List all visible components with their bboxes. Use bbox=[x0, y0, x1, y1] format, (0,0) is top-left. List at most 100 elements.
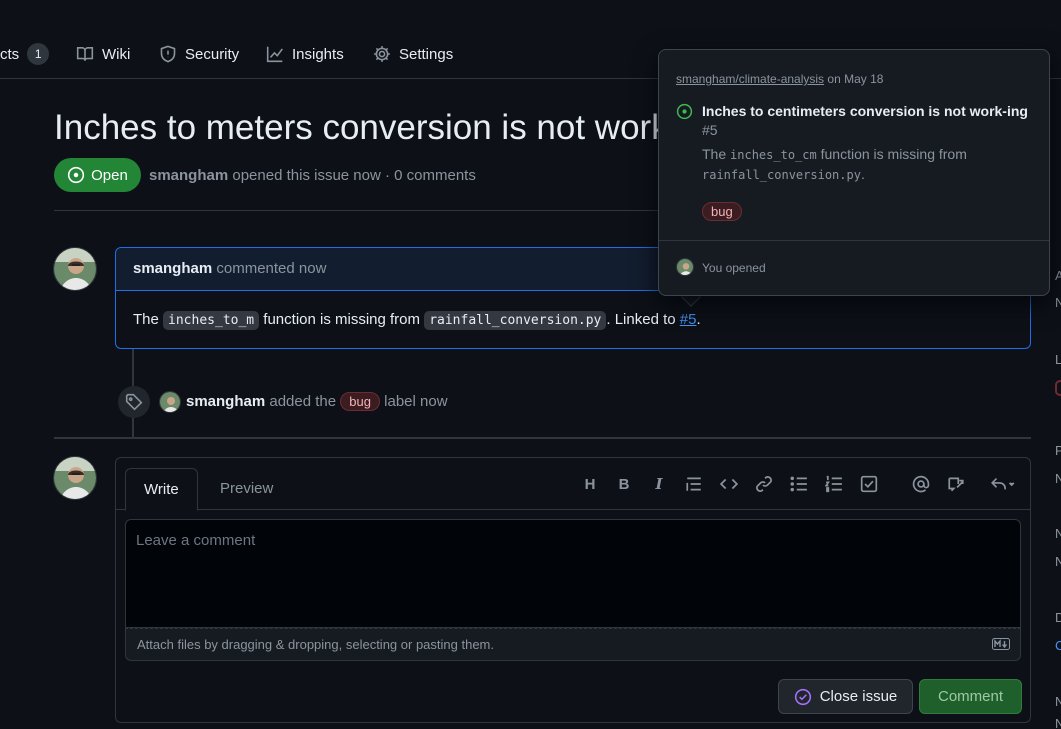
comment-composer: Write Preview H B I Leave a comment Atta… bbox=[115, 457, 1031, 723]
hovercard-number: #5 bbox=[702, 122, 718, 138]
inline-code: rainfall_conversion.py bbox=[424, 311, 607, 330]
hovercard-desc-text: function is missing from bbox=[820, 146, 967, 162]
issue-open-icon bbox=[68, 166, 85, 184]
comment-author[interactable]: smangham bbox=[133, 260, 212, 277]
code-icon bbox=[720, 478, 738, 490]
comment-text: . bbox=[696, 311, 701, 328]
avatar-image bbox=[677, 259, 693, 275]
tab-preview[interactable]: Preview bbox=[202, 468, 291, 511]
issue-state-badge: Open bbox=[54, 158, 141, 192]
sidebar-fragment: C bbox=[1055, 638, 1061, 653]
numbered-list-button[interactable] bbox=[824, 474, 844, 494]
reply-icon bbox=[991, 478, 1015, 490]
hovercard-title-text: Inches to centimeters conversion is not … bbox=[702, 103, 1028, 119]
italic-button[interactable]: I bbox=[649, 474, 669, 494]
tag-icon bbox=[125, 393, 143, 411]
bug-label[interactable]: bug bbox=[340, 392, 380, 411]
avatar[interactable] bbox=[159, 391, 181, 413]
code-button[interactable] bbox=[719, 474, 739, 494]
sidebar-fragment: N bbox=[1055, 471, 1061, 486]
nav-wiki[interactable]: Wiki bbox=[76, 42, 130, 66]
heading-button[interactable]: H bbox=[580, 474, 600, 494]
inline-code: rainfall_conversion.py bbox=[702, 168, 861, 182]
nav-security[interactable]: Security bbox=[159, 42, 239, 66]
gear-icon bbox=[374, 46, 390, 62]
hovercard-desc-text: . bbox=[860, 166, 865, 182]
mention-button[interactable] bbox=[911, 474, 931, 494]
markdown-icon bbox=[992, 638, 1010, 650]
issue-hovercard: smangham/climate-analysis on May 18 Inch… bbox=[658, 49, 1050, 296]
mention-icon bbox=[912, 475, 930, 493]
inline-code: inches_to_cm bbox=[730, 148, 817, 162]
sidebar-label-fragment bbox=[1055, 380, 1061, 396]
nav-projects[interactable]: cts 1 bbox=[0, 42, 50, 66]
bulleted-list-button[interactable] bbox=[789, 474, 809, 494]
task-list-icon bbox=[860, 475, 878, 493]
nav-security-label: Security bbox=[185, 45, 240, 63]
hovercard-footer-text: You opened bbox=[702, 261, 766, 275]
sidebar-fragment: N bbox=[1055, 716, 1061, 729]
close-issue-label: Close issue bbox=[819, 688, 898, 705]
nav-wiki-label: Wiki bbox=[102, 45, 131, 63]
composer-toolbar: Write Preview H B I bbox=[116, 458, 1030, 511]
hovercard-desc-text: The bbox=[702, 146, 727, 162]
issue-link[interactable]: #5 bbox=[680, 311, 697, 328]
sidebar-fragment: P bbox=[1055, 443, 1061, 458]
sidebar-fragment: L bbox=[1055, 352, 1061, 367]
sidebar-fragment: D bbox=[1055, 610, 1061, 625]
issue-meta-text: opened this issue now · 0 comments bbox=[232, 167, 476, 184]
sidebar-fragment: N bbox=[1055, 694, 1061, 709]
avatar[interactable] bbox=[53, 456, 97, 500]
hovercard-divider bbox=[659, 240, 1049, 241]
sidebar-fragment: A bbox=[1055, 268, 1061, 283]
comment-text: The bbox=[133, 311, 159, 328]
event-badge bbox=[118, 386, 150, 418]
sidebar-fragment: N bbox=[1055, 295, 1061, 310]
reference-button[interactable] bbox=[946, 474, 966, 494]
sidebar-fragment: N bbox=[1055, 526, 1061, 541]
hovercard-labels: bug bbox=[702, 202, 742, 221]
nav-insights-label: Insights bbox=[292, 45, 344, 63]
book-icon bbox=[76, 47, 94, 61]
avatar bbox=[676, 258, 694, 276]
nav-settings[interactable]: Settings bbox=[373, 42, 453, 66]
projects-counter: 1 bbox=[27, 43, 50, 65]
quote-icon bbox=[686, 477, 701, 491]
comment-button[interactable]: Comment bbox=[919, 679, 1022, 714]
attach-text: Attach files by dragging & dropping, sel… bbox=[137, 637, 494, 652]
event-text: added the bbox=[269, 393, 337, 410]
cross-reference-icon bbox=[948, 477, 964, 492]
tab-write[interactable]: Write bbox=[125, 468, 198, 511]
link-button[interactable] bbox=[754, 474, 774, 494]
issue-author[interactable]: smangham bbox=[149, 167, 228, 184]
comment-time[interactable]: commented now bbox=[216, 260, 326, 277]
hovercard-title[interactable]: Inches to centimeters conversion is not … bbox=[702, 102, 1032, 140]
shield-icon bbox=[160, 45, 176, 63]
hovercard-date: on May 18 bbox=[827, 72, 884, 86]
issue-open-icon bbox=[676, 103, 693, 120]
hovercard-repo-link[interactable]: smangham/climate-analysis bbox=[676, 72, 824, 86]
close-issue-button[interactable]: Close issue bbox=[778, 679, 913, 714]
attach-files-bar[interactable]: Attach files by dragging & dropping, sel… bbox=[125, 628, 1021, 661]
avatar[interactable] bbox=[53, 247, 97, 291]
sidebar-fragment: N bbox=[1055, 554, 1061, 569]
comment-body: The inches_to_m function is missing from… bbox=[116, 291, 1030, 348]
event-actor[interactable]: smangham bbox=[186, 393, 265, 410]
task-list-button[interactable] bbox=[859, 474, 879, 494]
nav-insights[interactable]: Insights bbox=[266, 42, 344, 66]
graph-icon bbox=[266, 46, 283, 63]
bug-label[interactable]: bug bbox=[702, 202, 742, 221]
issue-closed-icon bbox=[794, 688, 811, 705]
hovercard-description: The inches_to_cm function is missing fro… bbox=[702, 145, 1032, 185]
numbered-list-icon bbox=[825, 475, 842, 493]
event-text: label now bbox=[384, 393, 448, 410]
saved-replies-button[interactable] bbox=[986, 474, 1020, 494]
avatar-image bbox=[54, 248, 96, 290]
quote-button[interactable] bbox=[684, 474, 704, 494]
issue-meta: smangham opened this issue now · 0 comme… bbox=[149, 167, 476, 184]
comment-textarea[interactable]: Leave a comment bbox=[125, 519, 1021, 628]
nav-settings-label: Settings bbox=[399, 45, 454, 63]
issue-title: Inches to meters conversion is not work bbox=[54, 108, 669, 147]
nav-projects-label: cts bbox=[0, 45, 20, 63]
bold-button[interactable]: B bbox=[614, 474, 634, 494]
